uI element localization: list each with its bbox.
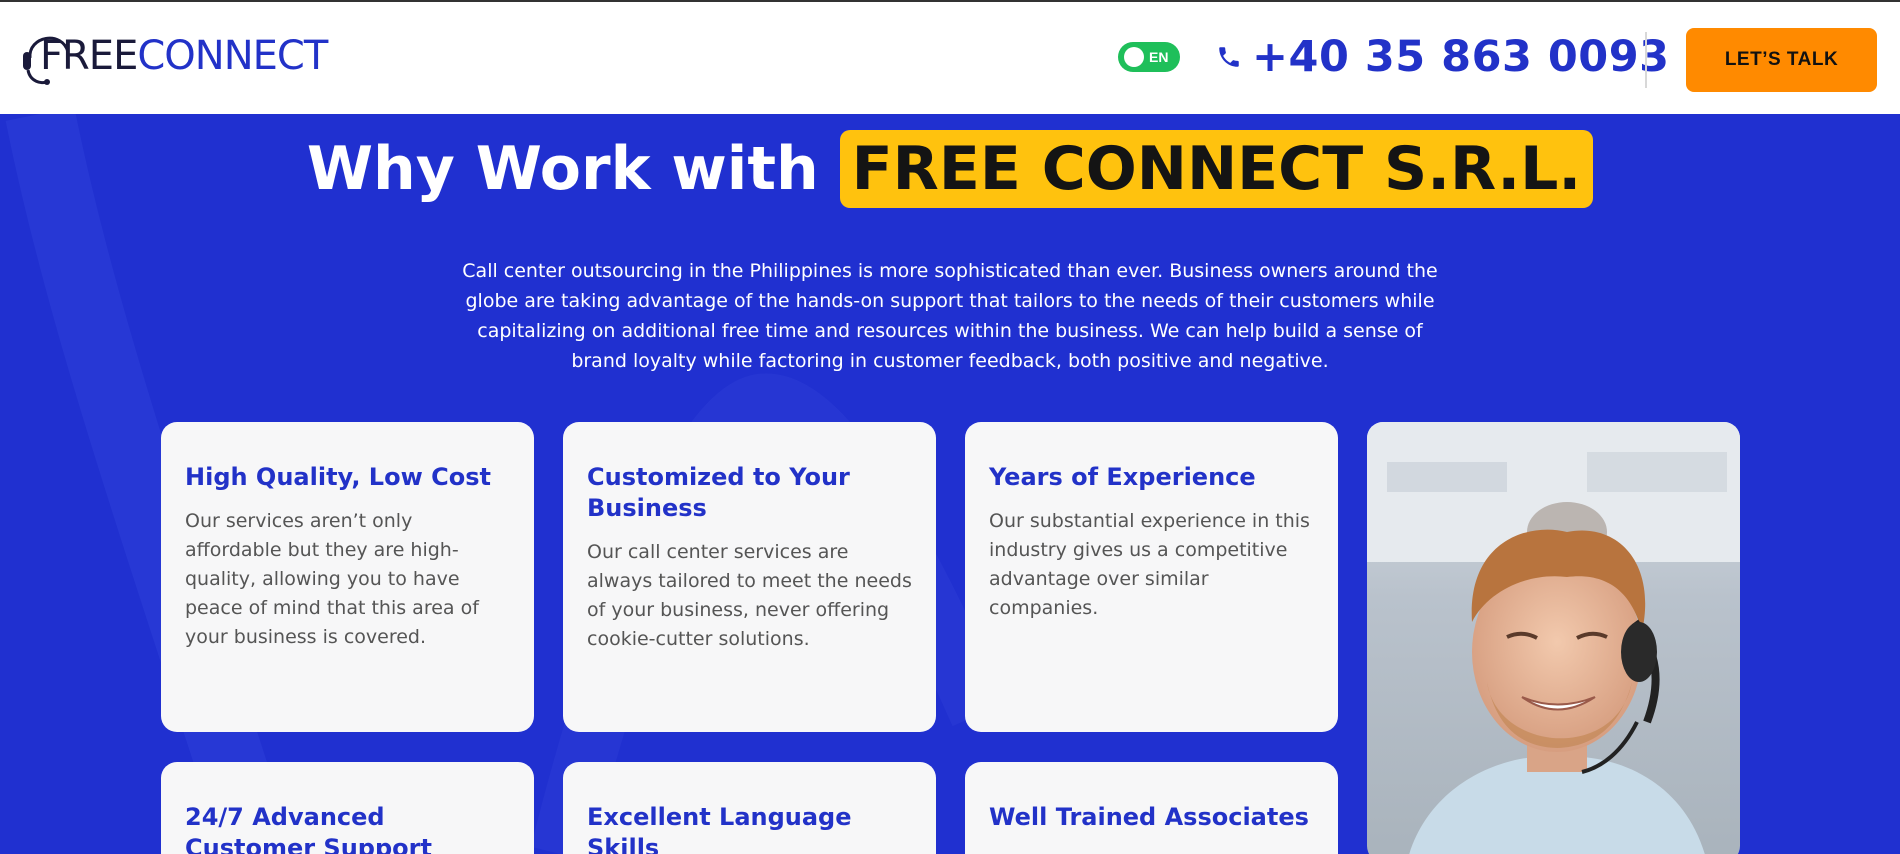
agent-photo: [1367, 422, 1740, 854]
card-text: Our substantial experience in this indus…: [989, 510, 1310, 619]
card-title: Well Trained Associates: [989, 803, 1309, 831]
section-title: Why Work with FREE CONNECT S.R.L.: [0, 130, 1900, 208]
logo[interactable]: FREECONNECT: [22, 26, 328, 86]
card-title: High Quality, Low Cost: [185, 463, 491, 491]
feature-card: Customized to Your Business Our call cen…: [563, 422, 936, 732]
logo-text: FREECONNECT: [40, 33, 328, 79]
card-title: Years of Experience: [989, 463, 1256, 491]
card-text: Our call center services are always tail…: [587, 541, 912, 650]
feature-card: Well Trained Associates: [965, 762, 1338, 854]
feature-card: Excellent Language Skills: [563, 762, 936, 854]
page: FREECONNECT EN +40 35 863 0093 LET’S TAL…: [0, 0, 1900, 854]
feature-card: 24/7 Advanced Customer Support: [161, 762, 534, 854]
logo-connect: CONNECT: [137, 33, 328, 79]
card-title: Customized to Your Business: [587, 463, 850, 522]
feature-card: Years of Experience Our substantial expe…: [965, 422, 1338, 732]
section-description: Call center outsourcing in the Philippin…: [462, 260, 1438, 372]
phone-icon: [1219, 47, 1239, 67]
feature-card: High Quality, Low Cost Our services aren…: [161, 422, 534, 732]
language-toggle[interactable]: EN: [1118, 42, 1180, 72]
toggle-knob: [1124, 47, 1144, 67]
header-divider: [1645, 32, 1647, 88]
agent-illustration: [1367, 422, 1740, 854]
card-text: Our services aren’t only affordable but …: [185, 510, 479, 648]
phone-link[interactable]: +40 35 863 0093: [1216, 32, 1670, 82]
card-title: Excellent Language Skills: [587, 803, 852, 854]
site-header: FREECONNECT EN +40 35 863 0093 LET’S TAL…: [0, 0, 1900, 114]
card-title: 24/7 Advanced Customer Support: [185, 803, 432, 854]
language-label: EN: [1149, 49, 1169, 65]
logo-free: FREE: [40, 33, 138, 79]
title-prefix: Why Work with: [306, 134, 819, 204]
title-highlight: FREE CONNECT S.R.L.: [839, 130, 1594, 208]
lets-talk-button[interactable]: LET’S TALK: [1686, 28, 1877, 92]
phone-number: +40 35 863 0093: [1252, 32, 1670, 82]
